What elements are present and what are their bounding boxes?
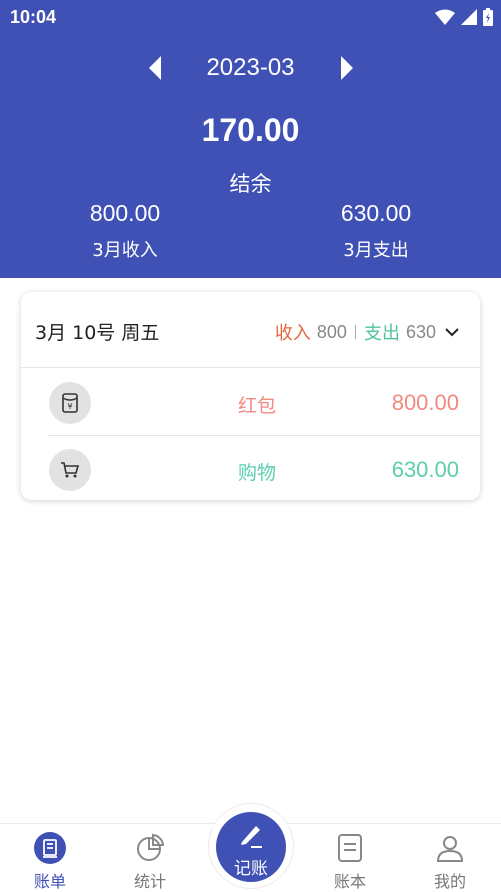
- record-row[interactable]: 购物 630.00: [48, 437, 480, 503]
- month-income-value: 800.00: [89, 200, 161, 226]
- next-month-icon[interactable]: [341, 56, 353, 80]
- day-summary: 收入 800 支出 630: [275, 319, 460, 345]
- battery-icon: [483, 8, 493, 26]
- day-income-label: 收入: [274, 323, 311, 344]
- nav-label: 账本: [333, 872, 366, 891]
- record-row[interactable]: ¥ 红包 800.00: [48, 370, 480, 436]
- bill-icon: [34, 832, 66, 864]
- record-category: 红包: [238, 395, 277, 417]
- summary-divider: [354, 325, 356, 339]
- status-bar: 10:04: [0, 0, 501, 34]
- balance-value: 170.00: [201, 112, 300, 148]
- status-time: 10:04: [10, 7, 57, 27]
- month-expense-summary: 630.00 3月支出: [286, 200, 466, 262]
- app-root: 10:04 2023-03 170.00 结余 800.00 3月收入 630.…: [0, 0, 501, 892]
- day-record-card: 3月 10号 周五 收入 800 支出 630 ¥ 红包 800.00 购物 6…: [21, 292, 480, 500]
- shopping-cart-icon: [49, 449, 91, 491]
- pen-icon: [241, 826, 262, 848]
- nav-bills[interactable]: 账单: [20, 832, 80, 892]
- status-icons: [435, 7, 493, 27]
- nav-me[interactable]: 我的: [420, 832, 480, 892]
- month-selector: 2023-03: [0, 50, 501, 86]
- user-icon: [434, 832, 466, 864]
- month-expense-value: 630.00: [340, 200, 412, 226]
- day-date: 3月 10号 周五: [35, 322, 160, 344]
- ledger-icon: [334, 832, 366, 864]
- signal-icon: [461, 9, 477, 25]
- nav-label: 我的: [433, 872, 466, 891]
- current-month[interactable]: 2023-03: [175, 54, 326, 82]
- chevron-down-icon[interactable]: [444, 324, 460, 340]
- month-expense-label: 3月支出: [343, 240, 409, 261]
- record-amount: 630.00: [391, 457, 459, 482]
- record-category: 购物: [238, 462, 277, 484]
- day-income-value: 800: [316, 321, 347, 342]
- red-envelope-icon: ¥: [49, 382, 91, 424]
- month-income-summary: 800.00 3月收入: [35, 200, 215, 262]
- add-record-button[interactable]: 记账: [216, 812, 286, 882]
- nav-label: 账单: [33, 872, 66, 891]
- month-income-label: 3月收入: [92, 240, 158, 261]
- prev-month-icon[interactable]: [149, 56, 161, 80]
- record-amount: 800.00: [391, 390, 459, 415]
- nav-stats[interactable]: 统计: [120, 832, 180, 892]
- svg-text:¥: ¥: [67, 402, 72, 411]
- day-expense-value: 630: [405, 321, 436, 342]
- day-header[interactable]: 3月 10号 周五 收入 800 支出 630: [21, 292, 480, 368]
- day-expense-label: 支出: [363, 323, 400, 344]
- add-record-label: 记账: [234, 859, 268, 879]
- wifi-icon: [435, 9, 455, 25]
- nav-label: 统计: [133, 872, 166, 891]
- summary-header: 10:04 2023-03 170.00 结余 800.00 3月收入 630.…: [0, 0, 501, 278]
- nav-ledger[interactable]: 账本: [320, 832, 380, 892]
- balance-label: 结余: [229, 172, 272, 196]
- pie-chart-icon: [134, 832, 166, 864]
